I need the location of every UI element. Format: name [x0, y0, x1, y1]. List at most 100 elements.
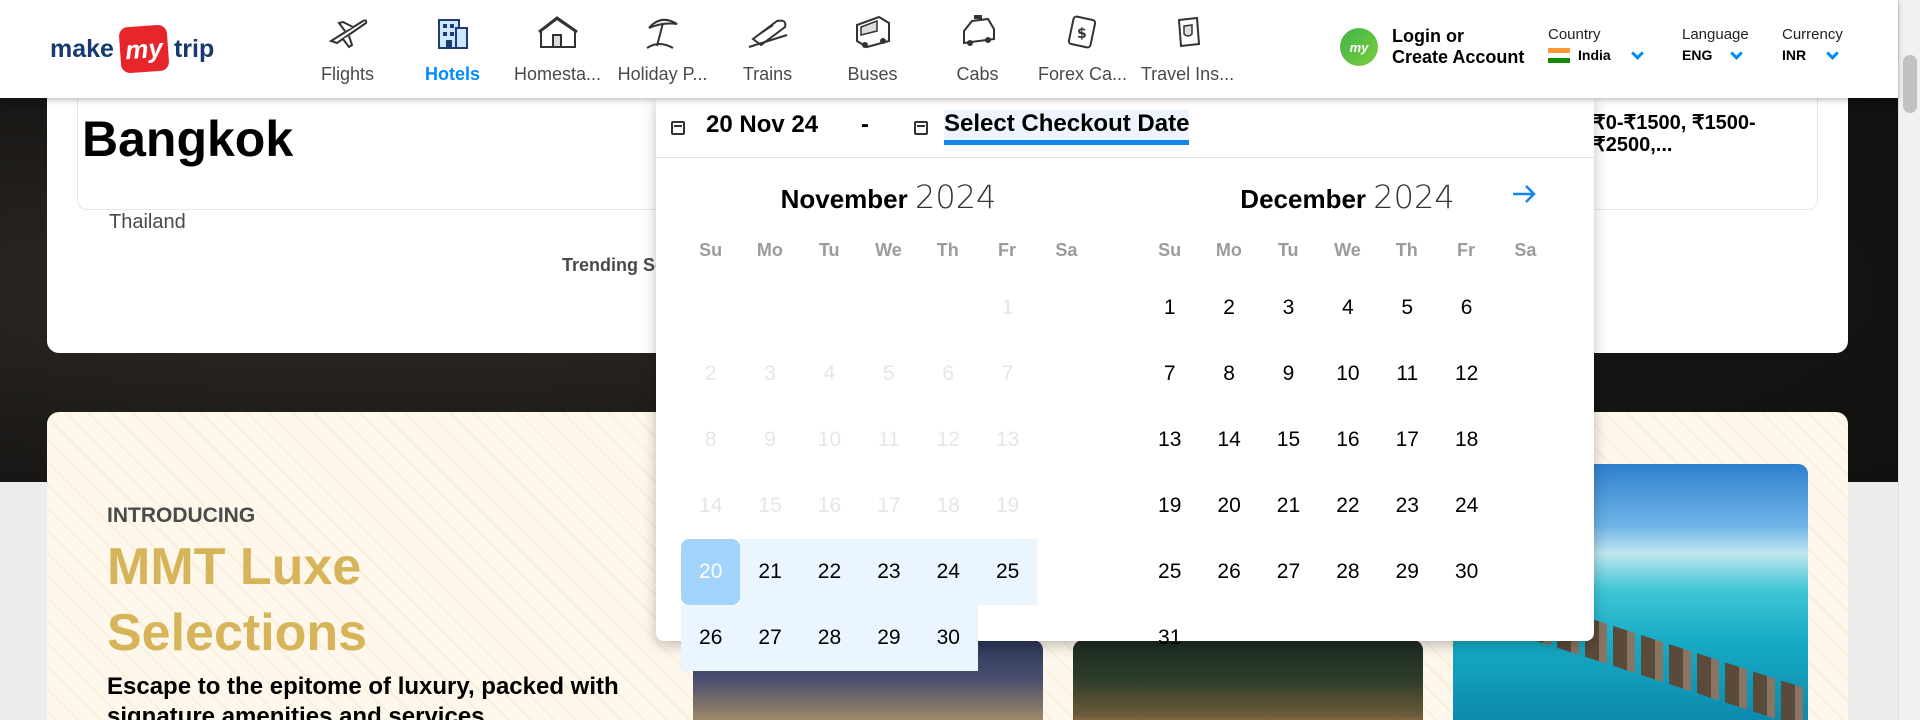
calendar-day[interactable]: 29 [1378, 539, 1437, 605]
calendar-empty-cell [859, 275, 918, 341]
calendar-day[interactable]: 5 [1378, 275, 1437, 341]
calendar-day[interactable]: 7 [1140, 341, 1199, 407]
country-selector[interactable]: Country India [1548, 26, 1644, 63]
calendar-day[interactable]: 13 [1140, 407, 1199, 473]
calendar-day[interactable]: 23 [859, 539, 919, 605]
weekday-label: Th [1395, 240, 1418, 260]
calendar-day: 11 [877, 428, 900, 451]
calendar-day[interactable]: 21 [740, 539, 800, 605]
calendar-day[interactable]: 6 [1437, 275, 1496, 341]
calendar-day[interactable]: 17 [1378, 407, 1437, 473]
login-line-1: Login or [1392, 26, 1464, 46]
calendar-day[interactable]: 1 [1140, 275, 1199, 341]
calendar-day[interactable]: 9 [1259, 341, 1318, 407]
nav-buses[interactable]: Buses [820, 8, 925, 88]
month-calendar: December 2024 Su Mo Tu We Th Fr Sa 1 2 3 4 5 6 7 8 9 10… [1140, 178, 1555, 671]
nav-label: Flights [320, 64, 374, 84]
calendar-day: 16 [817, 494, 842, 517]
price-range-value[interactable]: ₹0-₹1500, ₹1500-₹2500,... [1593, 112, 1803, 156]
calendar-day[interactable]: 27 [740, 605, 800, 671]
calendar-day[interactable]: 24 [918, 539, 978, 605]
calendar-day[interactable]: 22 [799, 539, 860, 605]
calendar-day: 6 [942, 362, 955, 385]
calendar-day[interactable]: 20 [1199, 473, 1258, 539]
calendar-day[interactable]: 23 [1378, 473, 1437, 539]
calendar-day[interactable]: 29 [859, 605, 919, 671]
calendar-day[interactable]: 30 [1437, 539, 1496, 605]
calendar-day[interactable]: 19 [1140, 473, 1199, 539]
calendar-day[interactable]: 3 [1259, 275, 1318, 341]
nav-hotels[interactable]: Hotels [400, 8, 505, 88]
language-value: ENG [1682, 47, 1713, 63]
checkout-date[interactable]: Select Checkout Date [944, 110, 1190, 145]
nav-trains[interactable]: Trains [715, 8, 820, 88]
calendar-day[interactable]: 8 [1199, 341, 1258, 407]
calendar-day: 9 [764, 428, 776, 451]
mmt-avatar-icon: my [1340, 28, 1378, 66]
nav-label: Cabs [956, 64, 999, 84]
calendar-day[interactable]: 2 [1199, 275, 1258, 341]
calendar-day: 7 [1001, 362, 1014, 385]
calendar-day[interactable]: 30 [918, 605, 978, 671]
nav-flights[interactable]: Flights [295, 8, 400, 88]
calendar-day: 3 [764, 362, 776, 385]
makemytrip-logo[interactable]: make my trip [50, 24, 214, 74]
login-button[interactable]: my Login or Create Account [1340, 26, 1524, 68]
calendar-day: 5 [883, 362, 895, 385]
calendar-day[interactable]: 14 [1199, 407, 1258, 473]
calendar-day: 14 [699, 494, 723, 517]
calendar-day[interactable]: 28 [1318, 539, 1377, 605]
login-line-2: Create Account [1392, 47, 1525, 67]
date-separator: - [861, 111, 869, 138]
calendar-empty-cell [919, 275, 978, 341]
weekday-label: Sa [1514, 240, 1537, 260]
calendar-day[interactable]: 24 [1437, 473, 1496, 539]
country-value: India [1578, 47, 1611, 63]
calendar-day[interactable]: 16 [1318, 407, 1377, 473]
calendar-day[interactable]: 20 [681, 539, 741, 605]
scrollbar-thumb[interactable] [1903, 55, 1917, 113]
weekday-label: Fr [998, 240, 1017, 260]
weekday-label: Th [936, 240, 959, 260]
calendar-day[interactable]: 26 [1199, 539, 1258, 605]
weekday-label: Mo [1215, 240, 1242, 260]
india-flag-icon [1548, 47, 1570, 63]
checkin-date[interactable]: 20 Nov 24 [706, 111, 818, 139]
nav-homestays[interactable]: Homesta... [505, 8, 610, 88]
calendar-day[interactable]: 31 [1140, 605, 1199, 671]
nav-travel-insurance[interactable]: Travel Ins... [1135, 8, 1240, 88]
calendar-day: 12 [936, 428, 960, 451]
calendar-day[interactable]: 15 [1259, 407, 1318, 473]
page-scrollbar[interactable] [1898, 0, 1920, 720]
calendar-day[interactable]: 12 [1437, 341, 1496, 407]
weekday-label: Fr [1457, 240, 1476, 260]
flight-icon [327, 12, 369, 52]
language-selector[interactable]: Language ENG [1682, 26, 1749, 63]
chevron-down-icon [1730, 46, 1744, 60]
calendar-day[interactable]: 28 [799, 605, 860, 671]
day-grid: 1 2 3 4 5 6 7 8 9 10 11 12 13 14 15 16 17 18 19 20 21 22 23 24 2… [681, 275, 1096, 671]
language-label: Language [1682, 26, 1749, 43]
nav-label: Homesta... [513, 64, 602, 84]
holiday-package-icon [643, 12, 683, 52]
calendar-day[interactable]: 25 [1140, 539, 1199, 605]
calendar-day[interactable]: 22 [1318, 473, 1377, 539]
calendar-day[interactable]: 10 [1318, 341, 1377, 407]
next-month-arrow-icon[interactable] [1508, 178, 1540, 210]
calendar-day[interactable]: 18 [1437, 407, 1496, 473]
calendar-day[interactable]: 4 [1318, 275, 1377, 341]
calendar-day[interactable]: 11 [1378, 341, 1437, 407]
forex-card-icon: $ [1065, 12, 1101, 52]
weekday-label: Mo [756, 240, 783, 260]
currency-selector[interactable]: Currency INR [1782, 26, 1843, 63]
calendar-day[interactable]: 27 [1259, 539, 1318, 605]
month-title: December 2024 [1140, 178, 1555, 218]
nav-forex-card[interactable]: $ Forex Ca... [1030, 8, 1135, 88]
nav-cabs[interactable]: Cabs [925, 8, 1030, 88]
calendar-day[interactable]: 21 [1259, 473, 1318, 539]
calendar-day: 4 [823, 362, 836, 385]
nav-holiday-packages[interactable]: Holiday P... [610, 8, 715, 88]
nav-label: Holiday P... [617, 64, 708, 84]
calendar-day[interactable]: 26 [681, 605, 741, 671]
calendar-day[interactable]: 25 [977, 539, 1038, 605]
